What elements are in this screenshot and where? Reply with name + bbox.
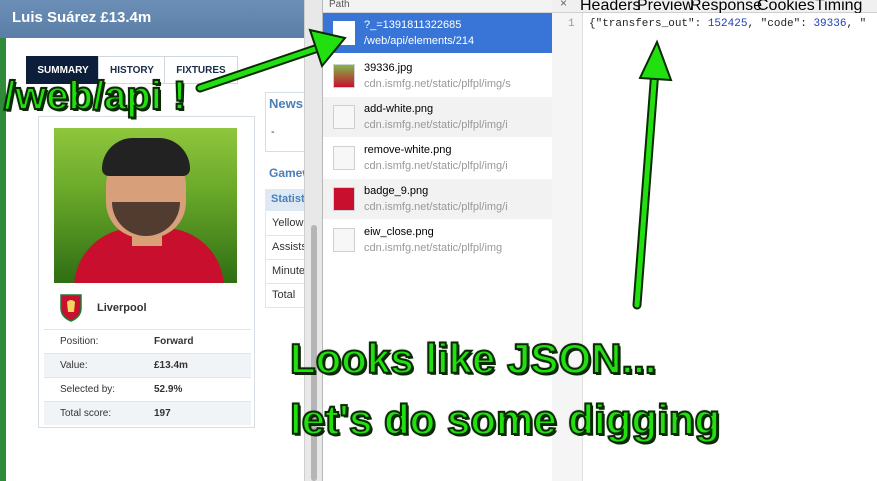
annotation-json-line1: Looks like JSON...: [289, 334, 657, 383]
arrow-to-api-icon: [195, 28, 347, 93]
annotation-webapi: /web/api !: [3, 73, 187, 119]
annotation-json-line2: let's do some digging: [289, 395, 721, 444]
arrow-to-json-icon: [632, 39, 673, 310]
